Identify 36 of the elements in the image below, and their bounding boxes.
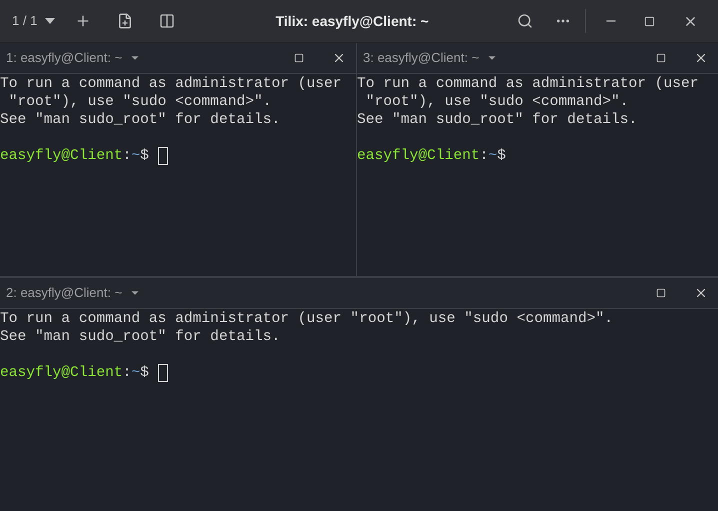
close-icon[interactable] [332,51,346,65]
maximize-icon[interactable] [644,16,655,26]
new-session-icon[interactable] [117,13,134,29]
prompt-sign: $ [140,147,149,165]
terminal-line: See "man sudo_root" for details. [0,328,282,346]
prompt-sign: $ [497,147,506,165]
terminal-line: To run a command as administrator (user [357,75,700,93]
prompt-sign: $ [140,364,149,382]
split-icon[interactable] [159,13,176,29]
terminal-line: To run a command as administrator (user [0,75,343,93]
prompt-path: ~ [488,147,498,165]
pane-title[interactable]: 3: easyfly@Client: ~ [363,48,480,68]
prompt-separator: : [480,147,488,165]
window-title: Tilix: easyfly@Client: ~ [276,12,429,31]
close-icon[interactable] [694,51,708,65]
prompt-separator: : [122,147,132,165]
prompt-user: easyfly@Client [357,147,480,165]
maximize-icon[interactable] [656,53,666,63]
close-icon[interactable] [694,286,708,300]
prompt-path: ~ [131,364,140,382]
prompt-user: easyfly@Client [0,364,123,382]
search-icon[interactable] [517,13,533,29]
terminal-line: "root"), use "sudo <command>". [364,93,630,111]
prompt-user: easyfly@Client [0,147,123,165]
terminal-line: See "man sudo_root" for details. [0,111,282,129]
terminal-line: See "man sudo_root" for details. [357,111,638,129]
terminal-line: "root"), use "sudo <command>". [8,93,272,111]
prompt-separator: : [122,364,132,382]
maximize-icon[interactable] [294,53,304,63]
prompt-path: ~ [131,147,140,165]
terminal-line: To run a command as administrator (user "root"), use "sudo <command>". [0,310,614,328]
dropdown-icon[interactable] [45,18,56,24]
pane-title[interactable]: 1: easyfly@Client: ~ [6,48,122,68]
pane-title[interactable]: 2: easyfly@Client: ~ [6,283,122,303]
maximize-icon[interactable] [656,288,666,298]
session-counter[interactable]: 1 / 1 [12,11,38,31]
